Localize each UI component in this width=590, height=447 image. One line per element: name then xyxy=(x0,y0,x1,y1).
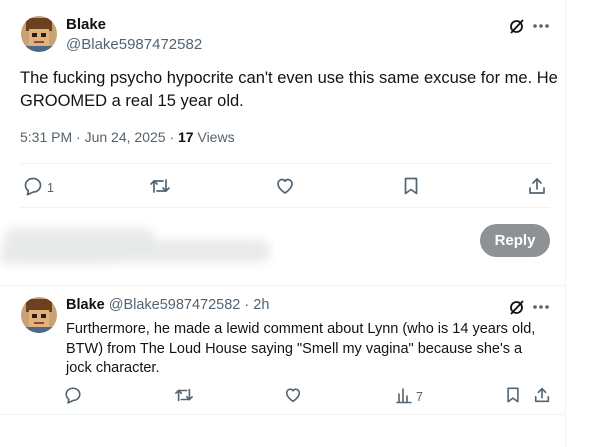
post-meta: 5:31 PM · Jun 24, 2025 · 17 Views xyxy=(20,129,235,145)
grok-icon[interactable] xyxy=(506,296,528,318)
divider xyxy=(20,207,550,208)
views-count: 17 xyxy=(178,129,194,145)
repost-action[interactable] xyxy=(149,176,171,199)
display-name[interactable]: Blake xyxy=(66,16,106,33)
bookmark-action[interactable] xyxy=(505,386,521,407)
share-action[interactable] xyxy=(527,176,547,199)
reply-time[interactable]: 2h xyxy=(253,297,269,313)
bookmark-icon xyxy=(505,386,521,407)
reply-action[interactable]: 1 xyxy=(23,176,54,199)
like-icon xyxy=(275,176,295,199)
right-border xyxy=(565,0,566,447)
reply-count: 1 xyxy=(47,180,54,195)
like-icon xyxy=(284,386,302,407)
avatar[interactable] xyxy=(21,16,57,52)
repost-icon xyxy=(174,386,194,407)
divider xyxy=(0,414,565,415)
handle[interactable]: @Blake5987472582 xyxy=(66,36,202,53)
reply-action[interactable] xyxy=(64,386,82,407)
like-action[interactable] xyxy=(275,176,295,199)
reply-button[interactable]: Reply xyxy=(480,224,550,257)
bookmark-icon xyxy=(402,176,420,199)
display-name[interactable]: Blake xyxy=(66,297,105,313)
meta-separator: · xyxy=(76,129,85,145)
handle[interactable]: @Blake5987472582 xyxy=(109,297,241,313)
header-separator: · xyxy=(244,297,250,313)
avatar[interactable] xyxy=(21,297,57,333)
reply-icon xyxy=(23,176,43,199)
post-time[interactable]: 5:31 PM xyxy=(20,129,72,145)
grok-icon[interactable] xyxy=(506,15,528,37)
divider xyxy=(0,285,565,286)
divider xyxy=(20,163,550,164)
repost-action[interactable] xyxy=(174,386,194,407)
analytics-count: 7 xyxy=(416,389,423,404)
reply-input-obscured[interactable] xyxy=(0,222,275,270)
analytics-action[interactable]: 7 xyxy=(396,386,423,407)
share-icon xyxy=(527,176,547,199)
reply-header: Blake @Blake5987472582 · 2h xyxy=(66,297,269,313)
share-action[interactable] xyxy=(533,386,551,407)
post-date[interactable]: Jun 24, 2025 xyxy=(85,129,166,145)
views-label: Views xyxy=(197,129,235,145)
repost-icon xyxy=(149,176,171,199)
bookmark-action[interactable] xyxy=(402,176,420,199)
meta-separator: · xyxy=(169,129,179,145)
more-icon[interactable] xyxy=(530,15,552,37)
reply-text: Furthermore, he made a lewid comment abo… xyxy=(66,321,536,376)
post-text: The fucking psycho hypocrite can't even … xyxy=(20,69,558,110)
more-icon[interactable] xyxy=(530,296,552,318)
share-icon xyxy=(533,386,551,407)
analytics-icon xyxy=(396,386,412,407)
like-action[interactable] xyxy=(284,386,302,407)
reply-icon xyxy=(64,386,82,407)
